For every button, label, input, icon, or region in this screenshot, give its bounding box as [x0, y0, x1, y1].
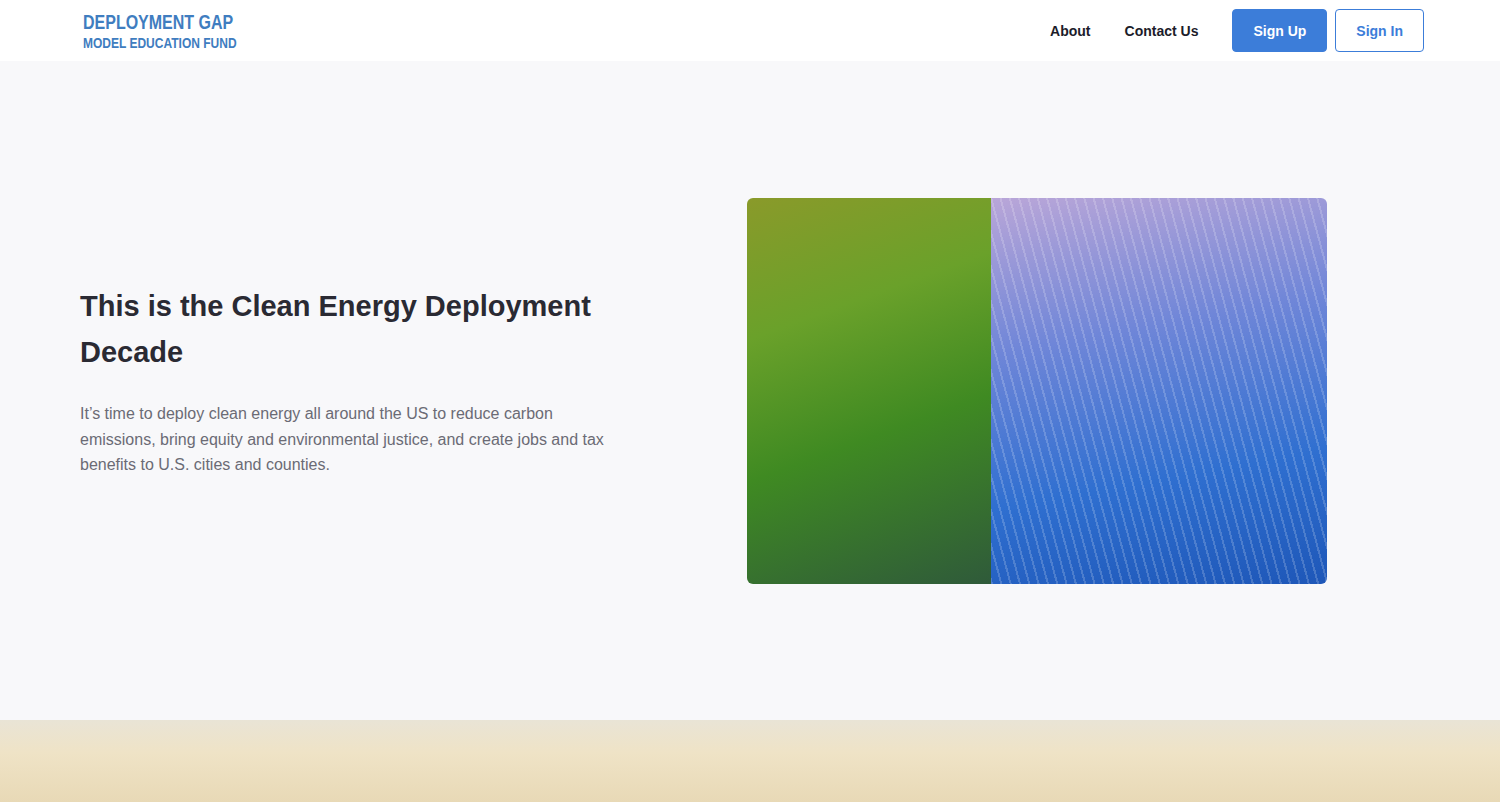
- photo-field: [747, 198, 991, 584]
- hero: This is the Clean Energy Deployment Deca…: [0, 61, 1500, 720]
- solar-farm-photo: [747, 198, 1327, 584]
- main-nav: About Contact Us Sign UpSign In: [1050, 9, 1424, 52]
- sign-in-button[interactable]: Sign In: [1335, 9, 1424, 52]
- logo-title: DEPLOYMENT GAP: [83, 12, 237, 32]
- landscape-banner: [0, 720, 1500, 802]
- hero-body: It’s time to deploy clean energy all aro…: [80, 401, 620, 478]
- hero-title: This is the Clean Energy Deployment Deca…: [80, 283, 620, 375]
- logo-subtitle: MODEL EDUCATION FUND: [83, 35, 237, 50]
- nav-link[interactable]: About: [1050, 23, 1090, 39]
- photo-panels: [991, 198, 1327, 584]
- site-header: DEPLOYMENT GAP MODEL EDUCATION FUND About C…: [0, 0, 1500, 61]
- page: DEPLOYMENT GAP MODEL EDUCATION FUND About C…: [0, 0, 1500, 802]
- logo[interactable]: DEPLOYMENT GAP MODEL EDUCATION FUND: [83, 12, 237, 50]
- hero-text: This is the Clean Energy Deployment Deca…: [80, 283, 620, 498]
- nav-link[interactable]: Contact Us: [1125, 23, 1199, 39]
- sign-up-button[interactable]: Sign Up: [1232, 9, 1327, 52]
